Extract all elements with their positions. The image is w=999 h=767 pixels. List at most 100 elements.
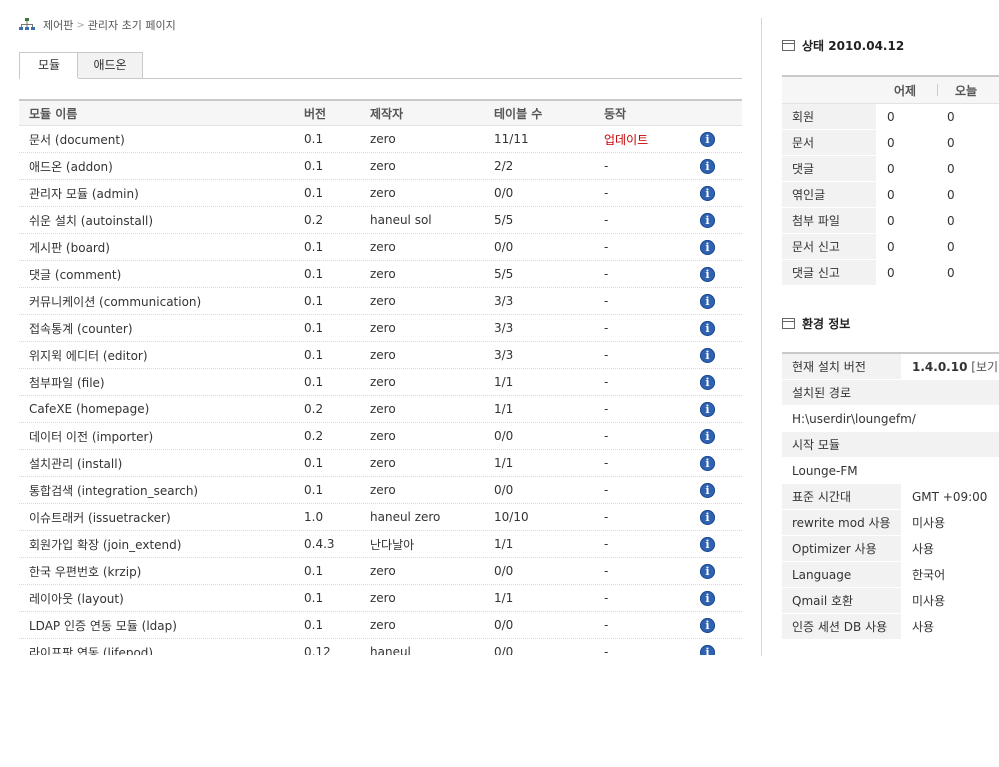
module-name: 통합검색 (integration_search) [29, 483, 199, 498]
info-icon[interactable]: i [700, 212, 715, 228]
module-version: 0.1 [304, 456, 324, 470]
info-icon[interactable]: i [700, 158, 715, 174]
module-info-button[interactable]: i [700, 639, 715, 655]
info-icon[interactable]: i [700, 455, 715, 471]
header-yesterday: 어제 [894, 83, 917, 98]
info-icon[interactable]: i [700, 590, 715, 606]
env-row-version: 현재 설치 버전 1.4.0.10 [보기] [782, 354, 999, 380]
module-info-button[interactable]: i [700, 504, 715, 530]
module-author: zero [370, 402, 396, 416]
table-row: LDAP 인증 연동 모듈 (ldap) 0.1 zero 0/0 - i [19, 612, 742, 639]
module-info-button[interactable]: i [700, 396, 715, 422]
version-view-link[interactable]: [보기] [971, 358, 999, 375]
module-info-button[interactable]: i [700, 477, 715, 503]
breadcrumb-item-control-panel[interactable]: 제어판 [43, 17, 73, 33]
tab-addons[interactable]: 애드온 [77, 52, 143, 78]
module-info-button[interactable]: i [700, 423, 715, 449]
module-name: 관리자 모듈 (admin) [29, 186, 139, 201]
header-today: 오늘 [955, 83, 978, 98]
module-table-count: 10/10 [494, 510, 529, 524]
info-icon[interactable]: i [700, 644, 715, 655]
module-info-button[interactable]: i [700, 450, 715, 476]
table-row: 쉬운 설치 (autoinstall) 0.2 haneul sol 5/5 - i [19, 207, 742, 234]
module-info-button[interactable]: i [700, 612, 715, 638]
info-icon[interactable]: i [700, 563, 715, 579]
status-row: 문서 0 0 [782, 130, 999, 156]
module-version: 0.1 [304, 321, 324, 335]
status-row: 댓글 0 0 [782, 156, 999, 182]
info-icon[interactable]: i [700, 428, 715, 444]
table-row: 레이아웃 (layout) 0.1 zero 1/1 - i [19, 585, 742, 612]
module-name: 문서 (document) [29, 132, 125, 147]
module-name: 애드온 (addon) [29, 159, 113, 174]
table-row: 관리자 모듈 (admin) 0.1 zero 0/0 - i [19, 180, 742, 207]
status-today-value: 0 [947, 109, 955, 124]
module-info-button[interactable]: i [700, 153, 715, 179]
module-table-count: 0/0 [494, 645, 514, 655]
breadcrumb-item-admin-home[interactable]: 관리자 초기 페이지 [88, 17, 176, 33]
module-version: 0.1 [304, 294, 324, 308]
module-action: - [604, 294, 609, 308]
install-path-value: H:\userdir\loungefm/ [782, 406, 999, 431]
status-today-value: 0 [947, 265, 955, 280]
breadcrumb: 제어판 > 관리자 초기 페이지 [19, 17, 176, 33]
info-icon[interactable]: i [700, 374, 715, 390]
info-icon[interactable]: i [700, 185, 715, 201]
table-row: CafeXE (homepage) 0.2 zero 1/1 - i [19, 396, 742, 423]
module-info-button[interactable]: i [700, 342, 715, 368]
module-author: zero [370, 456, 396, 470]
module-info-button[interactable]: i [700, 315, 715, 341]
status-label: 문서 [782, 130, 876, 155]
module-action: - [604, 375, 609, 389]
info-icon[interactable]: i [700, 347, 715, 363]
table-row: 문서 (document) 0.1 zero 11/11 업데이트 i [19, 126, 742, 153]
module-version: 0.1 [304, 618, 324, 632]
info-icon[interactable]: i [700, 617, 715, 633]
table-row: 회원가입 확장 (join_extend) 0.4.3 난다날아 1/1 - i [19, 531, 742, 558]
status-row: 회원 0 0 [782, 104, 999, 130]
module-info-button[interactable]: i [700, 558, 715, 584]
env-label: Qmail 호환 [782, 588, 901, 613]
status-label: 댓글 [782, 156, 876, 181]
info-icon[interactable]: i [700, 320, 715, 336]
status-row: 문서 신고 0 0 [782, 234, 999, 260]
module-version: 0.1 [304, 591, 324, 605]
module-info-button[interactable]: i [700, 126, 715, 152]
module-action: - [604, 348, 609, 362]
module-action: - [604, 456, 609, 470]
module-action: - [604, 267, 609, 281]
installed-version: 1.4.0.10 [912, 359, 968, 374]
info-icon[interactable]: i [700, 293, 715, 309]
module-info-button[interactable]: i [700, 234, 715, 260]
info-icon[interactable]: i [700, 131, 715, 147]
env-row-rewrite: rewrite mod 사용 미사용 [782, 510, 999, 536]
module-info-button[interactable]: i [700, 585, 715, 611]
module-update-link[interactable]: 업데이트 [604, 126, 648, 152]
env-label: rewrite mod 사용 [782, 510, 901, 535]
module-info-button[interactable]: i [700, 288, 715, 314]
env-row-language: Language 한국어 [782, 562, 999, 588]
module-info-button[interactable]: i [700, 531, 715, 557]
module-action: - [604, 591, 609, 605]
info-icon[interactable]: i [700, 401, 715, 417]
env-label: 인증 세션 DB 사용 [782, 614, 901, 639]
info-icon[interactable]: i [700, 482, 715, 498]
module-info-button[interactable]: i [700, 261, 715, 287]
info-icon[interactable]: i [700, 266, 715, 282]
status-table-header: 어제 오늘 [782, 75, 999, 104]
module-info-button[interactable]: i [700, 207, 715, 233]
status-label: 회원 [782, 104, 876, 129]
module-info-button[interactable]: i [700, 180, 715, 206]
table-row: 접속통계 (counter) 0.1 zero 3/3 - i [19, 315, 742, 342]
env-row-optimizer: Optimizer 사용 사용 [782, 536, 999, 562]
module-info-button[interactable]: i [700, 369, 715, 395]
column-divider [761, 18, 762, 656]
table-row: 애드온 (addon) 0.1 zero 2/2 - i [19, 153, 742, 180]
table-row: 통합검색 (integration_search) 0.1 zero 0/0 - i [19, 477, 742, 504]
info-icon[interactable]: i [700, 239, 715, 255]
module-table-count: 0/0 [494, 429, 514, 443]
info-icon[interactable]: i [700, 536, 715, 552]
module-action: - [604, 510, 609, 524]
info-icon[interactable]: i [700, 509, 715, 525]
tab-modules[interactable]: 모듈 [19, 52, 79, 79]
